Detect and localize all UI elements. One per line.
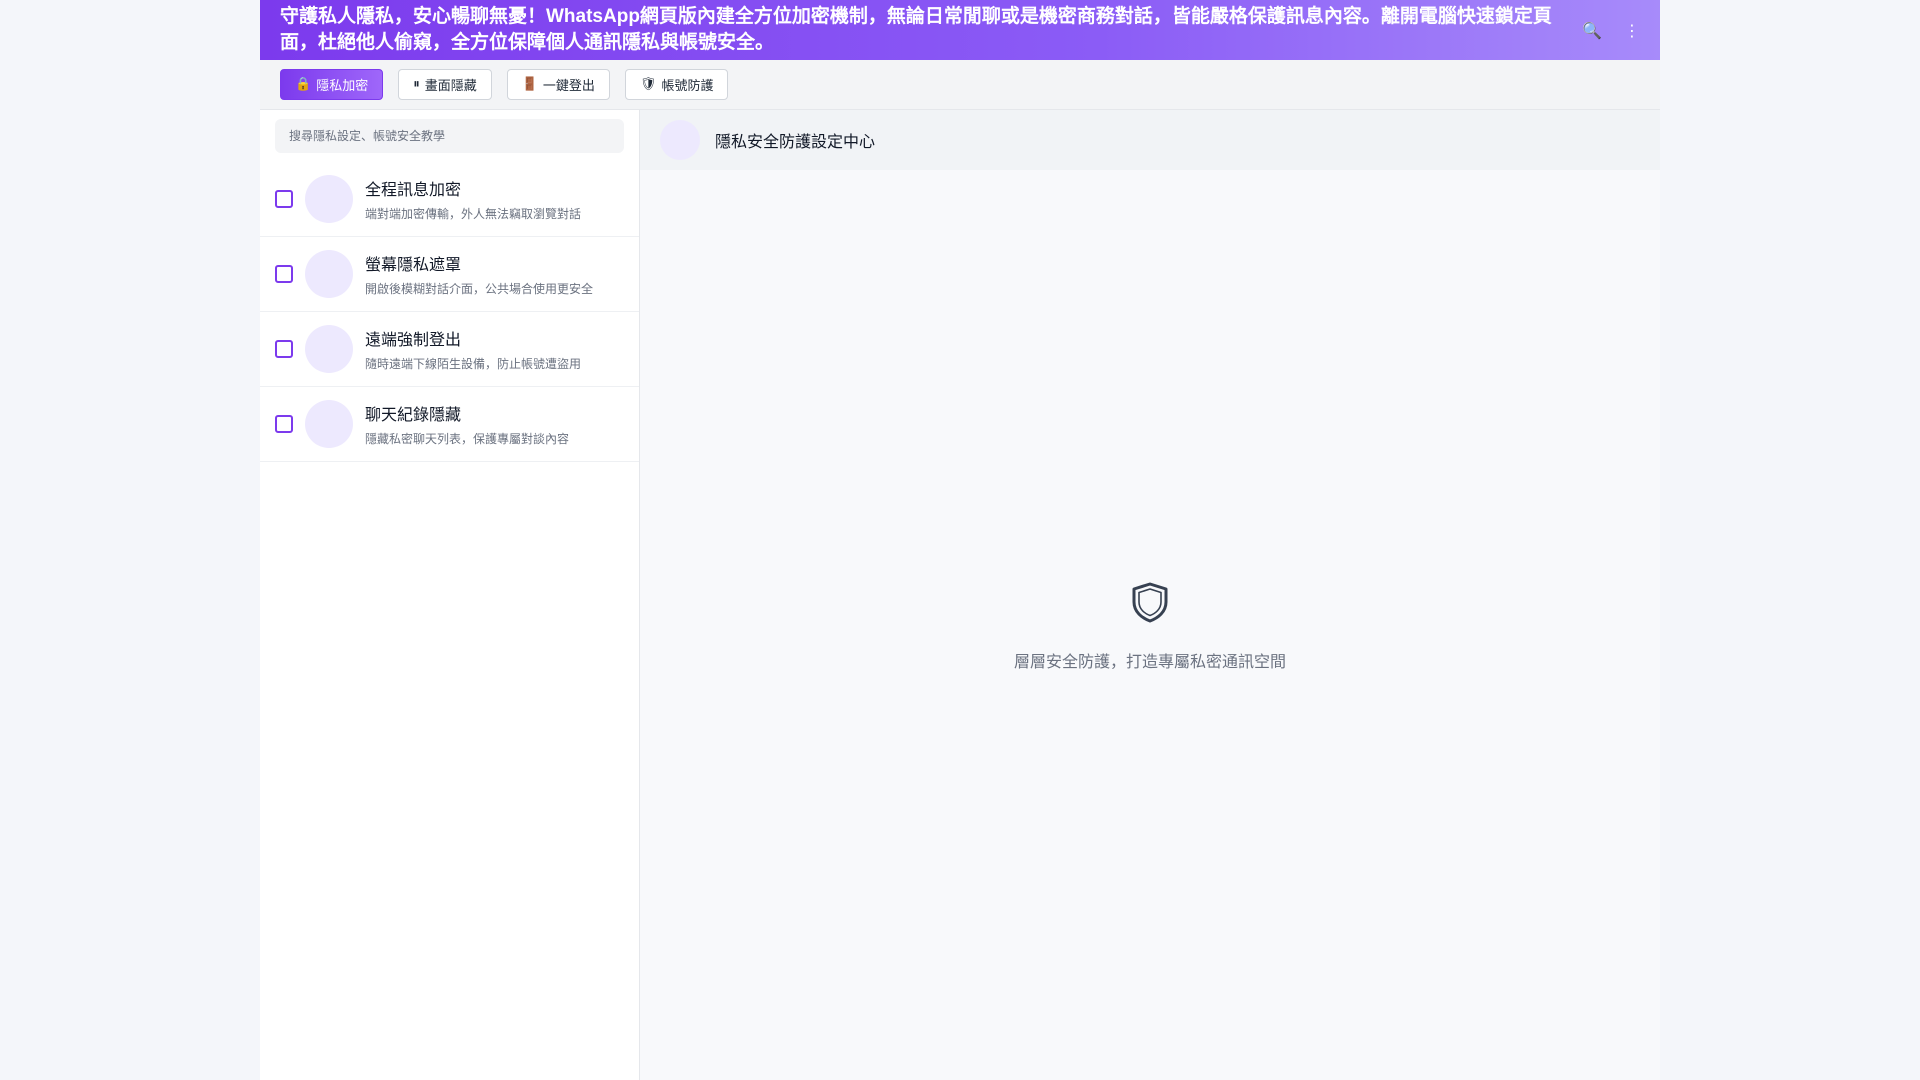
checkbox[interactable] [275, 415, 293, 433]
list-item-screen-mask[interactable]: 螢幕隱私遮罩 開啟後模糊對話介面，公共場合使用更安全 [260, 237, 639, 312]
account-protection-button[interactable]: 🛡 帳號防護 [624, 69, 729, 100]
search-icon[interactable]: 🔍 [1582, 21, 1602, 40]
list-item-text: 遠端強制登出 隨時遠端下線陌生設備，防止帳號遭盜用 [365, 326, 581, 372]
app-window: 守護私人隱私，安心暢聊無憂！WhatsApp網頁版內建全方位加密機制，無論日常閒… [260, 0, 1660, 1080]
more-menu-icon[interactable]: ⋮ [1624, 21, 1640, 40]
list-item-title: 全程訊息加密 [365, 180, 462, 199]
banner-actions: 🔍 ⋮ [1582, 21, 1640, 40]
page-title: 隱私安全防護設定中心 [715, 132, 876, 151]
avatar [660, 120, 700, 160]
avatar [305, 250, 353, 298]
main-panel: 隱私安全防護設定中心 層層安全防護，打造專屬私密通訊空間 [640, 110, 1660, 1080]
list-item-title: 螢幕隱私遮罩 [365, 255, 462, 274]
screen-hide-label: 畫面隱藏 [424, 79, 477, 94]
list-item-title: 聊天紀錄隱藏 [365, 405, 462, 424]
checkbox[interactable] [275, 190, 293, 208]
one-click-logout-button[interactable]: 🚪 一鍵登出 [506, 69, 610, 100]
empty-state-text: 層層安全防護，打造專屬私密通訊空間 [1013, 652, 1286, 671]
checkbox[interactable] [275, 265, 293, 283]
avatar [305, 325, 353, 373]
search-bar [260, 110, 639, 162]
list-item-title: 遠端強制登出 [365, 330, 462, 349]
empty-state: 層層安全防護，打造專屬私密通訊空間 [640, 580, 1660, 672]
avatar [305, 175, 353, 223]
avatar [305, 400, 353, 448]
list-item-message-encryption[interactable]: 全程訊息加密 端對端加密傳輸，外人無法竊取瀏覽對話 [260, 162, 639, 237]
screen-hide-button[interactable]: ⏸ 畫面隱藏 [398, 69, 492, 100]
door-icon: 🚪 [521, 77, 538, 92]
lock-icon: 🔒 [295, 77, 312, 92]
list-item-subtitle: 開啟後模糊對話介面，公共場合使用更安全 [365, 282, 594, 296]
list-item-hide-chat-history[interactable]: 聊天紀錄隱藏 隱藏私密聊天列表，保護專屬對談內容 [260, 387, 639, 462]
list-item-subtitle: 端對端加密傳輸，外人無法竊取瀏覽對話 [365, 207, 582, 221]
privacy-encryption-label: 隱私加密 [316, 79, 369, 94]
privacy-encryption-button[interactable]: 🔒 隱私加密 [280, 69, 384, 100]
list-item-subtitle: 隱藏私密聊天列表，保護專屬對談內容 [365, 432, 570, 446]
list-item-text: 螢幕隱私遮罩 開啟後模糊對話介面，公共場合使用更安全 [365, 251, 593, 297]
content-area: 全程訊息加密 端對端加密傳輸，外人無法竊取瀏覽對話 螢幕隱私遮罩 開啟後模糊對話… [260, 110, 1660, 1080]
sidebar: 全程訊息加密 端對端加密傳輸，外人無法竊取瀏覽對話 螢幕隱私遮罩 開啟後模糊對話… [260, 110, 640, 1080]
list-item-text: 全程訊息加密 端對端加密傳輸，外人無法竊取瀏覽對話 [365, 176, 581, 222]
toolbar: 🔒 隱私加密 ⏸ 畫面隱藏 🚪 一鍵登出 🛡 帳號防護 [260, 60, 1660, 110]
banner-text: 守護私人隱私，安心暢聊無憂！WhatsApp網頁版內建全方位加密機制，無論日常閒… [280, 6, 1552, 53]
top-banner: 守護私人隱私，安心暢聊無憂！WhatsApp網頁版內建全方位加密機制，無論日常閒… [260, 0, 1660, 60]
checkbox[interactable] [275, 340, 293, 358]
list-item-text: 聊天紀錄隱藏 隱藏私密聊天列表，保護專屬對談內容 [365, 401, 569, 447]
one-click-logout-label: 一鍵登出 [542, 79, 595, 94]
main-header: 隱私安全防護設定中心 [640, 110, 1660, 170]
account-protection-label: 帳號防護 [661, 79, 714, 94]
list-item-remote-logout[interactable]: 遠端強制登出 隨時遠端下線陌生設備，防止帳號遭盜用 [260, 312, 639, 387]
search-input[interactable] [275, 119, 624, 153]
shield-icon: 🛡 [639, 77, 657, 92]
list-item-subtitle: 隨時遠端下線陌生設備，防止帳號遭盜用 [365, 357, 582, 371]
shield-icon [1128, 580, 1172, 628]
pause-icon: ⏸ [413, 77, 420, 92]
